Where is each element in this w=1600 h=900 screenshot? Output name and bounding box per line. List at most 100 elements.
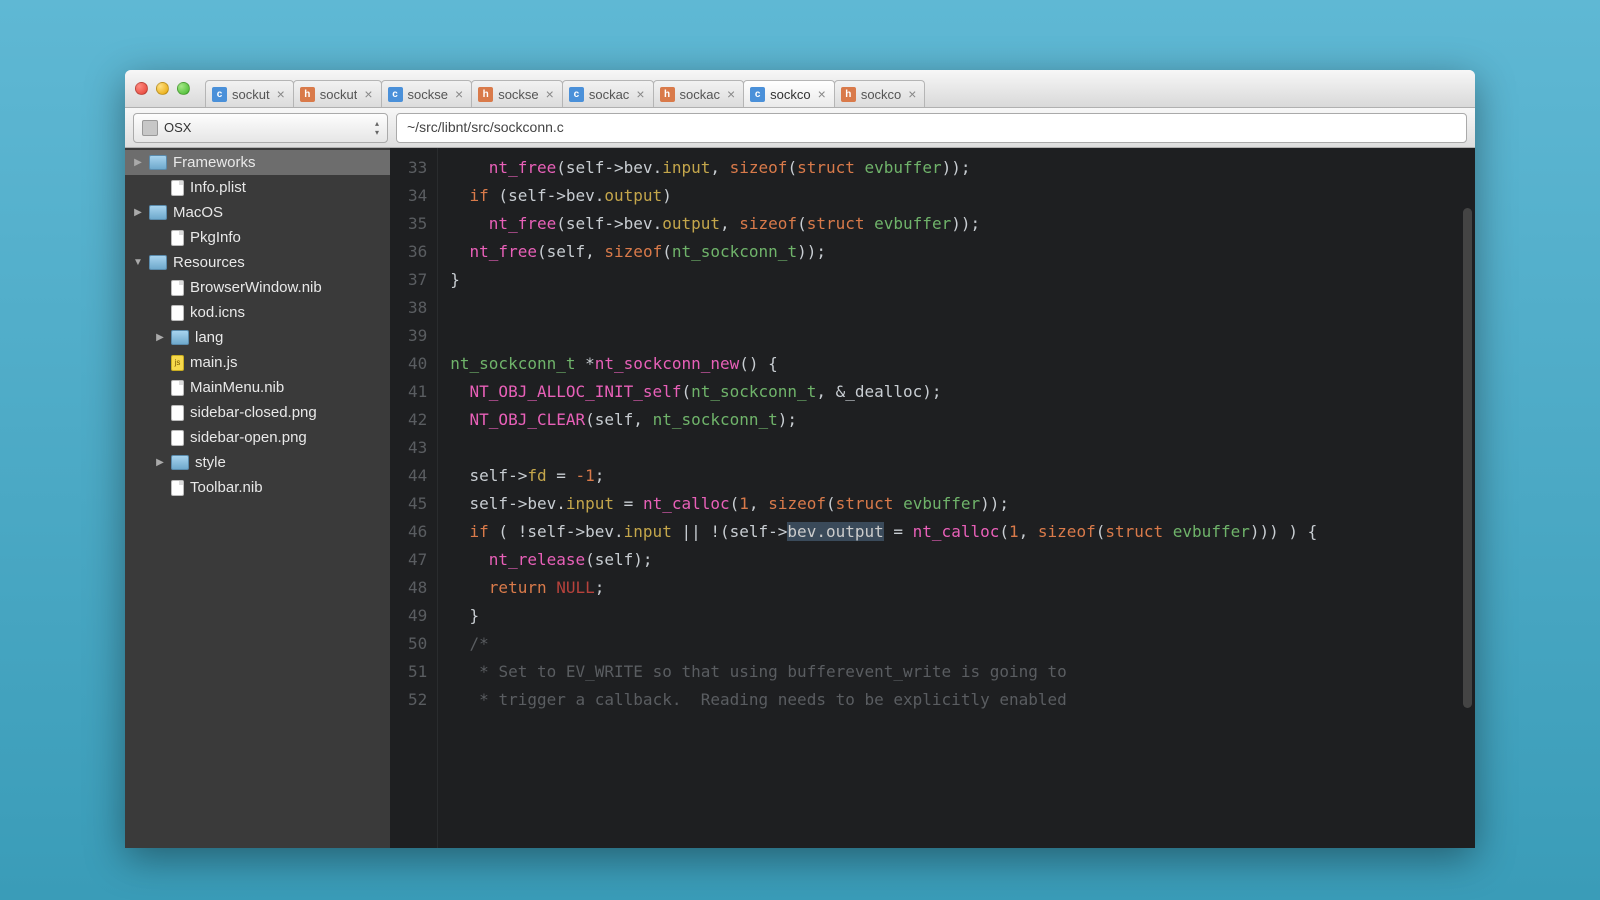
tree-item-label: Toolbar.nib [190, 479, 263, 496]
code-line[interactable]: if (self->bev.output) [450, 182, 1463, 210]
project-selector[interactable]: OSX ▴▾ [133, 113, 388, 143]
line-number: 37 [408, 266, 427, 294]
tab[interactable]: csockco× [743, 80, 835, 107]
code-line[interactable] [450, 434, 1463, 462]
tree-item[interactable]: sidebar-open.png [125, 425, 390, 450]
code-line[interactable]: /* [450, 630, 1463, 658]
tree-item[interactable]: ▶MacOS [125, 200, 390, 225]
code-line[interactable]: NT_OBJ_ALLOC_INIT_self(nt_sockconn_t, &_… [450, 378, 1463, 406]
line-number: 51 [408, 658, 427, 686]
tree-item-label: Resources [173, 254, 245, 271]
folder-icon [149, 155, 167, 170]
close-icon[interactable]: × [546, 87, 554, 101]
scrollbar[interactable] [1463, 208, 1472, 708]
project-label: OSX [164, 120, 191, 135]
tab-label: sockse [408, 87, 448, 102]
file-icon [171, 480, 184, 496]
path-field[interactable]: ~/src/libnt/src/sockconn.c [396, 113, 1467, 143]
stepper-icon: ▴▾ [375, 119, 379, 137]
code-line[interactable]: nt_release(self); [450, 546, 1463, 574]
close-icon[interactable]: × [364, 87, 372, 101]
line-number: 46 [408, 518, 427, 546]
line-gutter: 3334353637383940414243444546474849505152 [390, 148, 438, 848]
tab-label: sockco [861, 87, 901, 102]
tree-item[interactable]: Toolbar.nib [125, 475, 390, 500]
close-icon[interactable]: × [636, 87, 644, 101]
code-line[interactable]: self->fd = -1; [450, 462, 1463, 490]
tab[interactable]: hsockac× [653, 80, 745, 107]
code-line[interactable] [450, 294, 1463, 322]
tab[interactable]: hsockco× [834, 80, 926, 107]
line-number: 39 [408, 322, 427, 350]
line-number: 35 [408, 210, 427, 238]
tree-item[interactable]: ▶lang [125, 325, 390, 350]
tree-item[interactable]: sidebar-closed.png [125, 400, 390, 425]
tree-item[interactable]: ▶style [125, 450, 390, 475]
tree-item[interactable]: ▼Resources [125, 250, 390, 275]
code-line[interactable]: * Set to EV_WRITE so that using bufferev… [450, 658, 1463, 686]
tree-item-label: Info.plist [190, 179, 246, 196]
file-icon [171, 380, 184, 396]
line-number: 48 [408, 574, 427, 602]
line-number: 38 [408, 294, 427, 322]
disclosure-arrow: ▶ [133, 157, 143, 168]
line-number: 36 [408, 238, 427, 266]
tree-item[interactable]: Info.plist [125, 175, 390, 200]
tab[interactable]: csockse× [381, 80, 473, 107]
tab-label: sockac [680, 87, 720, 102]
tree-item[interactable]: ▶ Frameworks [125, 150, 390, 175]
tree-item-label: MainMenu.nib [190, 379, 284, 396]
tree-item[interactable]: MainMenu.nib [125, 375, 390, 400]
code-line[interactable]: nt_free(self->bev.input, sizeof(struct e… [450, 154, 1463, 182]
code-line[interactable]: return NULL; [450, 574, 1463, 602]
tree-item[interactable]: js main.js [125, 350, 390, 375]
close-icon[interactable]: × [455, 87, 463, 101]
code-line[interactable]: } [450, 266, 1463, 294]
toolbar: OSX ▴▾ ~/src/libnt/src/sockconn.c [125, 108, 1475, 148]
tree-item-label: Frameworks [173, 154, 256, 171]
tree-item-label: main.js [190, 354, 238, 371]
tree-item-label: PkgInfo [190, 229, 241, 246]
file-tree: ▶ Frameworks Info.plist ▶MacOS PkgInfo ▼Resou… [125, 148, 390, 848]
close-icon[interactable]: × [818, 87, 826, 101]
tab[interactable]: csockac × [562, 80, 654, 107]
line-number: 40 [408, 350, 427, 378]
code-line[interactable]: nt_sockconn_t *nt_sockconn_new() { [450, 350, 1463, 378]
tree-item[interactable]: BrowserWindow.nib [125, 275, 390, 300]
line-number: 49 [408, 602, 427, 630]
code-line[interactable]: * trigger a callback. Reading needs to b… [450, 686, 1463, 714]
tab[interactable]: hsockut× [293, 80, 382, 107]
zoom-button[interactable] [177, 82, 190, 95]
code-line[interactable] [450, 322, 1463, 350]
code-line[interactable]: self->bev.input = nt_calloc(1, sizeof(st… [450, 490, 1463, 518]
close-icon[interactable]: × [277, 87, 285, 101]
code-line[interactable]: nt_free(self->bev.output, sizeof(struct … [450, 210, 1463, 238]
code-area[interactable]: nt_free(self->bev.input, sizeof(struct e… [438, 148, 1475, 848]
tree-item[interactable]: PkgInfo [125, 225, 390, 250]
tree-item[interactable]: kod.icns [125, 300, 390, 325]
tab[interactable]: hsockse× [471, 80, 563, 107]
line-number: 52 [408, 686, 427, 714]
minimize-button[interactable] [156, 82, 169, 95]
code-line[interactable]: if ( !self->bev.input || !(self->bev.out… [450, 518, 1463, 546]
line-number: 42 [408, 406, 427, 434]
close-button[interactable] [135, 82, 148, 95]
file-icon: js [171, 355, 184, 371]
code-editor[interactable]: 3334353637383940414243444546474849505152… [390, 148, 1475, 848]
close-icon[interactable]: × [908, 87, 916, 101]
line-number: 44 [408, 462, 427, 490]
close-icon[interactable]: × [727, 87, 735, 101]
file-type-icon: c [212, 87, 227, 102]
line-number: 50 [408, 630, 427, 658]
file-type-icon: c [569, 87, 584, 102]
code-line[interactable]: } [450, 602, 1463, 630]
code-line[interactable]: nt_free(self, sizeof(nt_sockconn_t)); [450, 238, 1463, 266]
code-line[interactable]: NT_OBJ_CLEAR(self, nt_sockconn_t); [450, 406, 1463, 434]
disclosure-arrow: ▶ [155, 332, 165, 343]
tree-item-label: kod.icns [190, 304, 245, 321]
tab[interactable]: csockut× [205, 80, 294, 107]
file-icon [171, 180, 184, 196]
disclosure-arrow: ▶ [155, 457, 165, 468]
tab-label: sockac [589, 87, 629, 102]
tab-bar: csockut×hsockut×csockse×hsockse×csockac×… [205, 70, 1465, 107]
